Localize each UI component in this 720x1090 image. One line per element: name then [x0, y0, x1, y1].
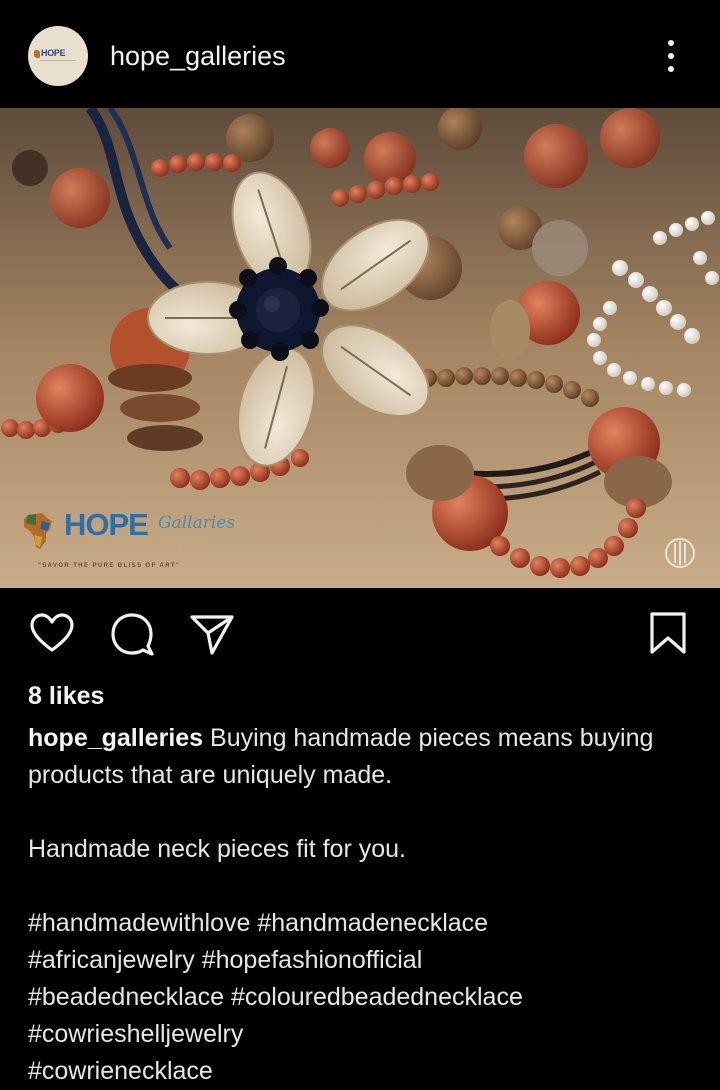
hashtags: #handmadewithlove #handmadenecklace #afr… [28, 905, 688, 1090]
avatar-logo-text: HOPE [41, 48, 66, 58]
username[interactable]: hope_galleries [110, 40, 286, 72]
avatar-logo: HOPE [34, 48, 66, 58]
caption-username[interactable]: hope_galleries [28, 724, 203, 752]
avatar[interactable]: HOPE [28, 26, 88, 86]
post-header: HOPE hope_galleries [0, 0, 720, 108]
avatar-underline [40, 60, 76, 61]
hashtag-link[interactable]: #cowrienecklace [28, 1057, 213, 1085]
more-vertical-icon-dot [668, 66, 674, 72]
more-vertical-icon [668, 40, 674, 46]
likes-count[interactable]: 8 likes [28, 682, 104, 711]
more-vertical-icon-dot [668, 53, 674, 59]
brand-tagline: "SAVOR THE PURE BLISS OF ART" [38, 563, 181, 569]
hashtag-link[interactable]: #handmadenecklace [257, 909, 488, 937]
caption-first-paragraph: hope_galleries Buying handmade pieces me… [28, 720, 688, 794]
brand-monogram-icon [665, 538, 695, 568]
post-actions [0, 588, 720, 680]
brand-subtitle: ART · DECOR · FASHION [86, 542, 211, 549]
hashtag-link[interactable]: #africanjewelry [28, 946, 195, 974]
hashtag-link[interactable]: #cowrieshelljewelry [28, 1020, 243, 1048]
caption-line-2: Handmade neck pieces fit for you. [28, 835, 406, 863]
brand-name: HOPE [64, 507, 149, 542]
comment-icon[interactable] [108, 610, 156, 658]
caption: hope_galleries Buying handmade pieces me… [28, 720, 688, 1090]
send-icon[interactable] [188, 610, 236, 658]
hashtag-link[interactable]: #handmadewithlove [28, 909, 250, 937]
post-image[interactable]: HOPE Gallaries ART · DECOR · FASHION "SA… [0, 108, 720, 588]
more-options-button[interactable] [656, 36, 686, 76]
bookmark-icon[interactable] [644, 610, 692, 658]
heart-icon[interactable] [28, 610, 76, 658]
africa-map-icon [24, 513, 52, 549]
hashtag-link[interactable]: #hopefashionofficial [202, 946, 423, 974]
hashtag-link[interactable]: #colouredbeadednecklace [231, 983, 523, 1011]
brand-script: Gallaries [158, 513, 236, 533]
hashtag-link[interactable]: #beadednecklace [28, 983, 224, 1011]
